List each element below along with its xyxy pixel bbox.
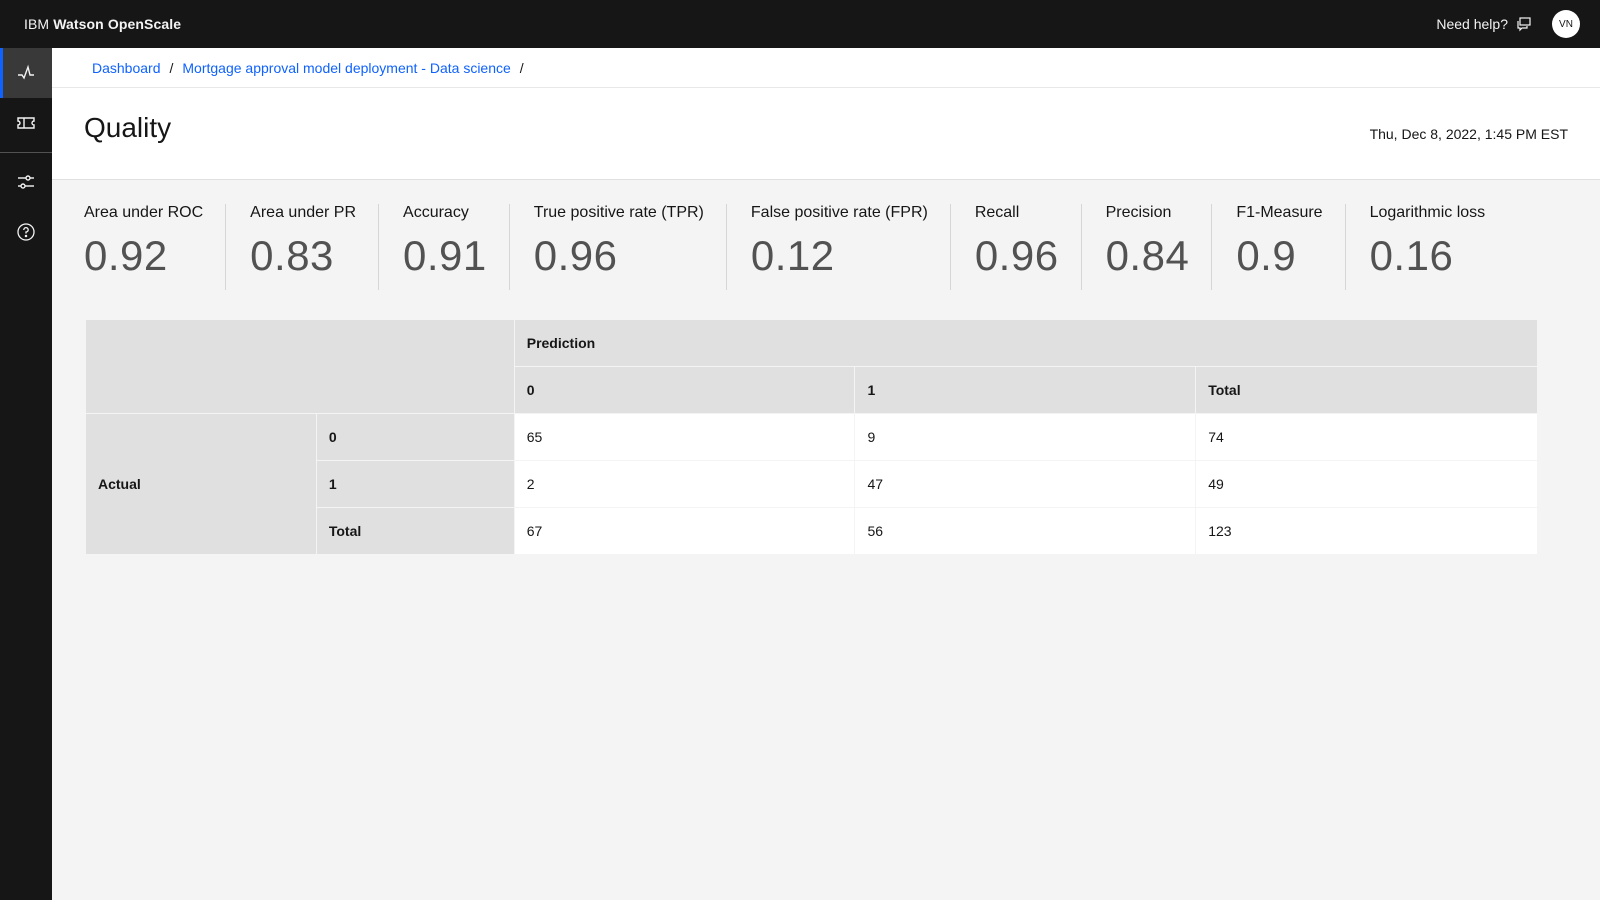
page-title: Quality: [84, 111, 172, 143]
matrix-cell: 9: [854, 413, 1197, 461]
row-header: 0: [315, 413, 515, 461]
sliders-icon: [18, 175, 34, 189]
chat-icon: [1516, 16, 1532, 32]
metric-label: Logarithmic loss: [1369, 204, 1486, 221]
metric-value: 0.91: [403, 232, 487, 279]
matrix-header-row: Prediction: [85, 319, 1539, 414]
breadcrumb-separator: /: [519, 59, 524, 76]
ticket-icon: [17, 117, 35, 129]
breadcrumb-deployment[interactable]: Mortgage approval model deployment - Dat…: [182, 60, 510, 76]
metric-label: F1-Measure: [1236, 204, 1323, 221]
breadcrumb: Dashboard / Mortgage approval model depl…: [52, 48, 1600, 88]
matrix-cell: 65: [513, 413, 856, 461]
metric-label: Area under PR: [250, 204, 357, 221]
matrix-cell: 74: [1195, 413, 1538, 461]
help-icon: [17, 223, 35, 241]
title-bar: Quality Thu, Dec 8, 2022, 1:45 PM EST: [52, 88, 1600, 180]
metric-value: 0.84: [1105, 232, 1190, 279]
metric-value: 0.9: [1236, 232, 1297, 279]
metric-value: 0.12: [750, 232, 835, 279]
metric-label: False positive rate (FPR): [750, 204, 928, 221]
matrix-cell: 67: [513, 507, 856, 555]
matrix-cell: 49: [1195, 460, 1538, 508]
need-help-button[interactable]: Need help?: [1436, 16, 1532, 32]
metric-value: 0.92: [84, 232, 168, 279]
matrix-cell: 2: [513, 460, 856, 508]
column-header: 1: [854, 366, 1197, 414]
metric-area-under-pr: Area under PR 0.83: [250, 204, 380, 290]
brand[interactable]: IBM Watson OpenScale: [0, 16, 181, 32]
brand-name: Watson OpenScale: [53, 16, 182, 32]
rail-divider: [0, 152, 52, 153]
main-content: Dashboard / Mortgage approval model depl…: [52, 48, 1600, 900]
metric-label: True positive rate (TPR): [533, 204, 704, 221]
metric-accuracy: Accuracy 0.91: [403, 204, 510, 290]
metric-label: Accuracy: [403, 204, 469, 221]
matrix-corner: [85, 319, 515, 414]
metric-precision: Precision 0.84: [1106, 204, 1213, 290]
matrix-cell: 123: [1195, 507, 1538, 555]
need-help-label: Need help?: [1436, 16, 1508, 32]
metric-fpr: False positive rate (FPR) 0.12: [751, 204, 951, 290]
matrix-cell: 56: [854, 507, 1197, 555]
column-header: 0: [513, 366, 856, 414]
rail-item-monitor[interactable]: [0, 48, 52, 98]
row-header: Total: [315, 507, 515, 555]
metric-recall: Recall 0.96: [975, 204, 1082, 290]
avatar[interactable]: VN: [1552, 10, 1580, 38]
rail-item-configure[interactable]: [0, 157, 52, 207]
metric-log-loss: Logarithmic loss 0.16: [1370, 204, 1508, 290]
metric-f1-measure: F1-Measure 0.9: [1236, 204, 1346, 290]
metric-value: 0.83: [250, 232, 334, 279]
row-header: 1: [315, 460, 515, 508]
metrics-row: Area under ROC 0.92 Area under PR 0.83 A…: [52, 180, 1600, 290]
brand-prefix: IBM: [24, 16, 50, 32]
breadcrumb-separator: /: [169, 59, 174, 76]
column-header: Total: [1195, 366, 1538, 414]
metric-value: 0.96: [974, 232, 1059, 279]
table-row: Actual 0 65 9 74: [85, 413, 1538, 555]
header-actions: Need help? VN: [1436, 0, 1600, 48]
matrix-cell: 47: [854, 460, 1197, 508]
metric-value: 0.16: [1369, 232, 1454, 279]
activity-icon: [18, 64, 34, 80]
metric-value: 0.96: [533, 232, 618, 279]
top-header: IBM Watson OpenScale Need help? VN: [0, 0, 1600, 48]
rail-item-help[interactable]: [0, 207, 52, 257]
metric-area-under-roc: Area under ROC 0.92: [84, 204, 227, 290]
metric-label: Area under ROC: [84, 204, 204, 221]
metric-tpr: True positive rate (TPR) 0.96: [534, 204, 727, 290]
avatar-initials: VN: [1559, 18, 1573, 30]
prediction-header: Prediction: [513, 319, 1539, 367]
confusion-matrix: Prediction 0 1 Total Actual 0 65 9 74 1 …: [85, 319, 1539, 555]
timestamp: Thu, Dec 8, 2022, 1:45 PM EST: [1369, 125, 1568, 142]
rail-item-tickets[interactable]: [0, 98, 52, 148]
metric-label: Recall: [974, 204, 1020, 221]
metric-label: Precision: [1105, 204, 1172, 221]
left-nav-rail: [0, 48, 52, 900]
breadcrumb-dashboard[interactable]: Dashboard: [92, 60, 161, 76]
actual-header: Actual: [85, 413, 317, 555]
